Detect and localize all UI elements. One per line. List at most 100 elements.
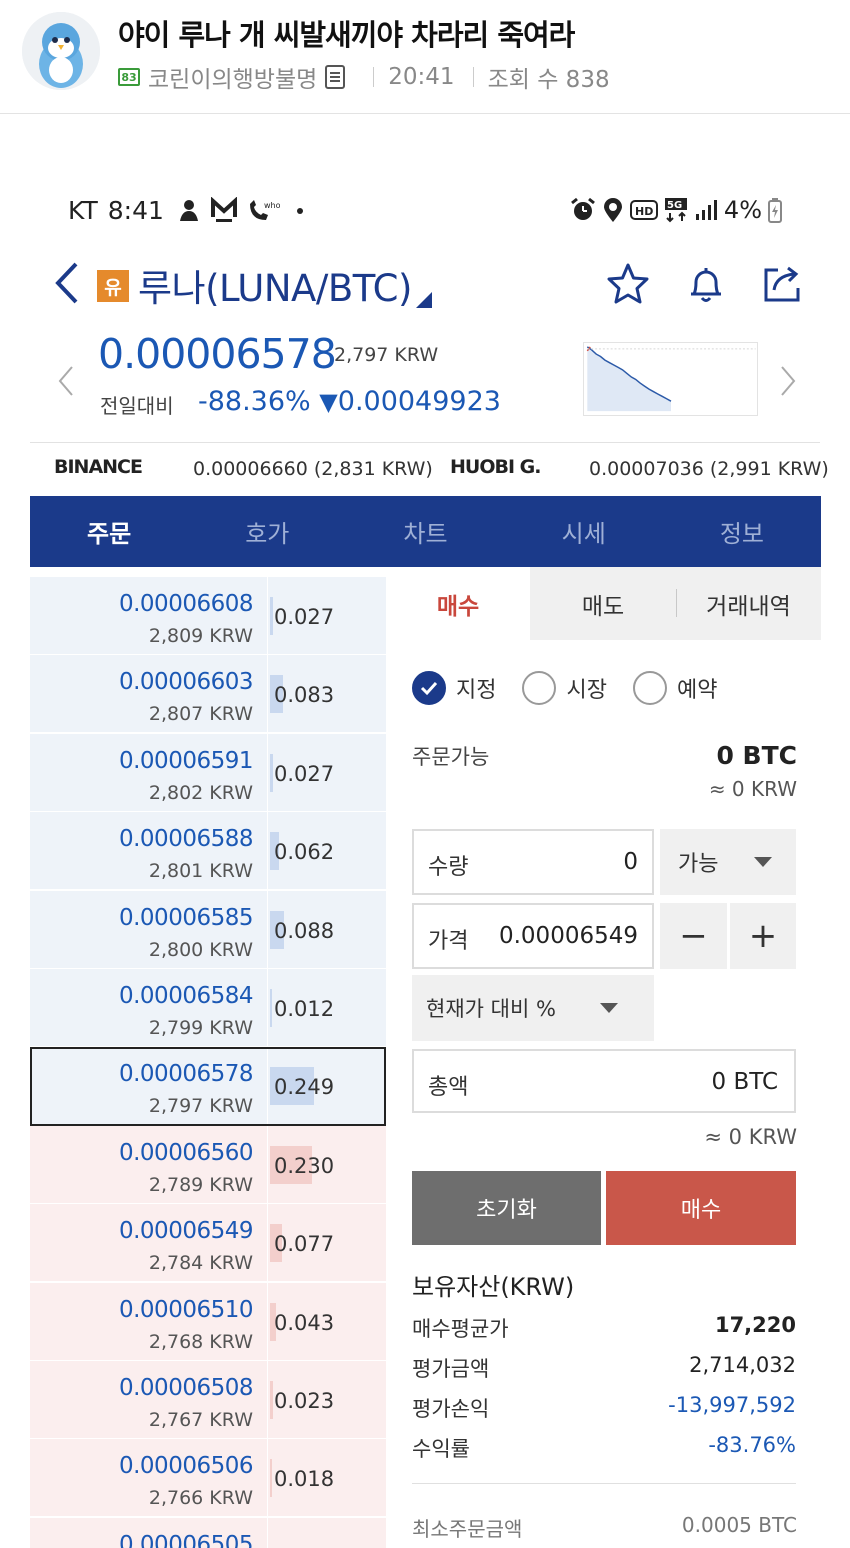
current-price: 0.00006578 [98,330,337,378]
order-type-market[interactable]: 시장 [522,671,607,705]
chevron-down-icon [599,1003,618,1013]
total-label: 총액 [428,1075,469,1100]
orderbook-price-cell[interactable]: 0.00006591 2,802 KRW [30,733,267,811]
orderbook-price-cell[interactable]: 0.00006560 2,789 KRW [30,1125,267,1203]
orderbook[interactable]: 0.00006608 2,809 KRW 0.027 0.00006603 2,807 … [30,567,386,1548]
order-type-reserve[interactable]: 예약 [632,671,717,705]
orderbook-row[interactable]: 0.00006506 2,766 KRW 0.018 [30,1439,386,1517]
orderbook-row[interactable]: 0.00006584 2,799 KRW 0.012 [30,969,386,1047]
orderbook-price-cell[interactable]: 0.00006549 2,784 KRW [30,1204,267,1282]
orderbook-price-cell[interactable]: 0.00006585 2,800 KRW [30,890,267,968]
orderbook-qty-cell[interactable]: 0.230 [268,1125,386,1203]
order-type-limit[interactable]: 지정 [412,671,496,705]
orderbook-qty-cell[interactable]: 0.249 [268,1047,386,1125]
orderbook-price: 0.00006578 [118,1061,254,1088]
radio-icon[interactable] [632,671,667,705]
tab-chart[interactable]: 차트 [346,496,504,567]
orderbook-row[interactable]: 0.00006578 2,797 KRW 0.249 [30,1047,386,1127]
meta-divider [472,67,474,87]
price-minus-button[interactable]: − [660,903,727,969]
tab-order[interactable]: 주문 [30,496,188,567]
tab-history[interactable]: 거래내역 [676,567,821,640]
quantity-value[interactable]: 0 [623,849,638,875]
prev-coin-icon[interactable] [56,364,76,398]
avatar[interactable] [22,12,100,90]
orderbook-price-cell[interactable]: 0.00006588 2,801 KRW [30,812,267,890]
order-type-label: 지정 [456,678,497,703]
orderbook-qty-cell[interactable]: 0.023 [268,1361,386,1438]
radio-icon[interactable] [522,671,557,705]
orderbook-qty-cell[interactable] [268,1517,386,1548]
orderbook-price-krw: 2,784 KRW [148,1252,253,1275]
orderbook-row[interactable]: 0.00006560 2,789 KRW 0.230 [30,1125,386,1204]
orderbook-qty-cell[interactable]: 0.083 [268,655,386,733]
orderbook-qty-cell[interactable]: 0.077 [268,1204,386,1282]
orderbook-row[interactable]: 0.00006585 2,800 KRW 0.088 [30,890,386,969]
orderbook-qty-cell[interactable]: 0.012 [268,969,386,1046]
post-views: 조회 수 838 [487,67,610,93]
orderbook-price-cell[interactable]: 0.00006584 2,799 KRW [30,969,267,1046]
alert-bell-icon[interactable] [684,262,728,306]
orderbook-price-cell[interactable]: 0.00006506 2,766 KRW [30,1439,267,1517]
order-type-label: 시장 [566,678,607,703]
asset-label: 매수평균가 [412,1317,509,1341]
orderbook-price-cell[interactable]: 0.00006505 [30,1517,267,1548]
orderbook-price: 0.00006508 [118,1375,254,1401]
orderbook-qty-cell[interactable]: 0.027 [268,733,386,811]
orderbook-price: 0.00006588 [118,826,254,853]
total-field[interactable]: 총액 0 BTC [412,1049,796,1113]
orderbook-price-cell[interactable]: 0.00006578 2,797 KRW [30,1047,267,1125]
orderbook-qty-cell[interactable]: 0.027 [268,577,386,654]
orderbook-price-krw: 2,766 KRW [148,1487,253,1510]
check-icon[interactable] [412,671,446,705]
orderbook-qty-cell[interactable]: 0.062 [268,812,386,890]
asset-value: -83.76% [708,1433,796,1457]
post-author[interactable]: 코린이의행방불명 [148,60,317,94]
orderbook-row[interactable]: 0.00006508 2,767 KRW 0.023 [30,1361,386,1439]
tab-buy[interactable]: 매수 [386,567,530,640]
buy-button[interactable]: 매수 [606,1171,796,1245]
min-order-value: 0.0005 BTC [681,1513,797,1537]
orderbook-row[interactable]: 0.00006608 2,809 KRW 0.027 [30,577,386,655]
reset-button[interactable]: 초기화 [412,1171,601,1245]
orderbook-price-cell[interactable]: 0.00006608 2,809 KRW [30,577,267,654]
tab-orderbook[interactable]: 호가 [188,496,346,567]
orderbook-qty-cell[interactable]: 0.088 [268,890,386,968]
orderbook-price: 0.00006510 [118,1296,254,1323]
quantity-dropdown[interactable]: 가능 [660,829,796,895]
total-value[interactable]: 0 BTC [712,1069,778,1095]
asset-row-return: 수익률 -83.76% [412,1433,796,1469]
orderbook-qty: 0.023 [274,1389,335,1413]
share-icon[interactable] [760,262,804,306]
orderbook-row[interactable]: 0.00006588 2,801 KRW 0.062 [30,812,386,890]
orderbook-price-cell[interactable]: 0.00006603 2,807 KRW [30,655,267,733]
price-value[interactable]: 0.00006549 [499,923,638,949]
percent-dropdown[interactable]: 현재가 대비 % [412,975,654,1041]
favorite-star-icon[interactable] [606,262,650,306]
orderbook-row[interactable]: 0.00006510 2,768 KRW 0.043 [30,1282,386,1361]
orderbook-row[interactable]: 0.00006591 2,802 KRW 0.027 [30,733,386,812]
document-icon[interactable] [325,65,346,89]
next-coin-icon[interactable] [778,364,798,398]
tab-info[interactable]: 정보 [663,496,821,567]
asset-row-pnl: 평가손익 -13,997,592 [412,1393,796,1429]
tab-market[interactable]: 시세 [505,496,663,567]
coin-header: 유 루나(LUNA/BTC) [0,256,850,320]
asset-value: -13,997,592 [668,1393,796,1417]
mini-price-chart[interactable] [583,342,758,416]
orderbook-qty: 0.249 [274,1075,335,1100]
orderbook-row[interactable]: 0.00006505 [30,1517,386,1548]
orderbook-row[interactable]: 0.00006603 2,807 KRW 0.083 [30,655,386,733]
tab-sell[interactable]: 매도 [530,567,676,640]
orderbook-qty-cell[interactable]: 0.043 [268,1282,386,1360]
coin-dropdown-icon[interactable] [416,292,432,308]
back-arrow-icon[interactable] [50,260,84,306]
orderbook-qty-cell[interactable]: 0.018 [268,1439,386,1517]
orderbook-price-cell[interactable]: 0.00006508 2,767 KRW [30,1361,267,1438]
coin-selector[interactable]: 루나(LUNA/BTC) [138,258,412,312]
price-field[interactable]: 가격 0.00006549 [412,903,654,969]
quantity-field[interactable]: 수량 0 [412,829,654,895]
orderbook-row[interactable]: 0.00006549 2,784 KRW 0.077 [30,1204,386,1282]
orderbook-price-cell[interactable]: 0.00006510 2,768 KRW [30,1282,267,1360]
price-plus-button[interactable]: + [730,903,796,969]
